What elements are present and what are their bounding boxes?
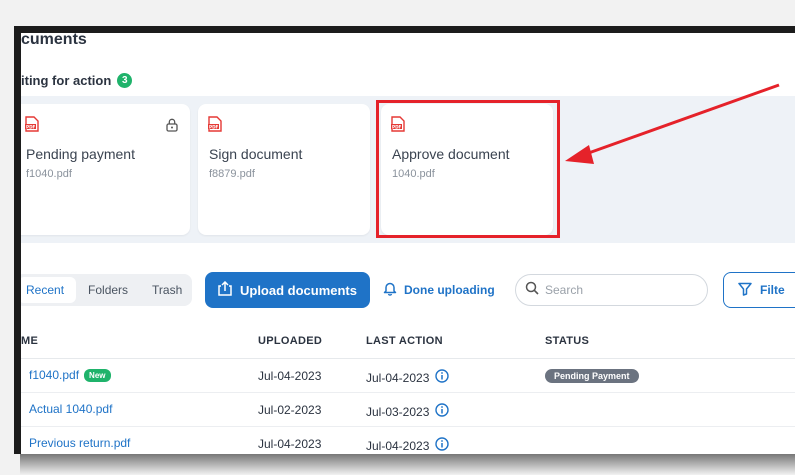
view-tabs: Recent Folders Trash: [21, 274, 192, 306]
uploaded-date: Jul-04-2023: [258, 437, 322, 451]
filter-icon: [738, 282, 752, 299]
documents-page: cuments iting for action 3 PDF Pending p…: [21, 33, 795, 454]
file-name-cell: Actual 1040.pdf: [29, 402, 112, 416]
column-header-status[interactable]: STATUS: [545, 335, 589, 347]
done-label: Done uploading: [404, 283, 495, 297]
documents-table: ME UPLOADED LAST ACTION STATUS f1040.pdf…: [21, 325, 795, 454]
file-name-link[interactable]: Actual 1040.pdf: [29, 402, 112, 416]
column-header-name[interactable]: ME: [21, 335, 38, 347]
tab-folders[interactable]: Folders: [76, 277, 140, 303]
uploaded-date: Jul-04-2023: [258, 369, 322, 383]
info-icon[interactable]: [435, 369, 450, 386]
search-icon: [525, 281, 539, 300]
last-action-date: Jul-04-2023: [366, 438, 430, 453]
last-action-cell: Jul-04-2023: [366, 437, 450, 454]
last-action-date: Jul-03-2023: [366, 404, 430, 419]
file-name-link[interactable]: Previous return.pdf: [29, 436, 130, 450]
tab-recent[interactable]: Recent: [21, 277, 77, 303]
last-action-cell: Jul-04-2023: [366, 369, 450, 386]
last-action-date: Jul-04-2023: [366, 370, 430, 385]
column-header-uploaded[interactable]: UPLOADED: [258, 335, 322, 347]
table-row[interactable]: Previous return.pdf Jul-04-2023 Jul-04-2…: [21, 427, 795, 454]
upload-label: Upload documents: [239, 282, 357, 298]
last-action-cell: Jul-03-2023: [366, 403, 450, 420]
table-header: ME UPLOADED LAST ACTION STATUS: [21, 325, 795, 359]
documents-toolbar: Recent Folders Trash Upload documents Do…: [21, 272, 795, 310]
filter-button[interactable]: Filte: [723, 272, 795, 308]
file-name-cell: f1040.pdf New: [29, 368, 111, 382]
uploaded-date: Jul-02-2023: [258, 403, 322, 417]
new-badge: New: [84, 368, 111, 382]
table-row[interactable]: Actual 1040.pdf Jul-02-2023 Jul-03-2023: [21, 393, 795, 427]
search-input[interactable]: [545, 283, 695, 297]
table-row[interactable]: f1040.pdf New Jul-04-2023 Jul-04-2023 Pe…: [21, 359, 795, 393]
tab-trash[interactable]: Trash: [140, 277, 194, 303]
done-uploading-button[interactable]: Done uploading: [383, 272, 495, 308]
file-name-link[interactable]: f1040.pdf: [29, 368, 79, 382]
file-name-cell: Previous return.pdf: [29, 436, 130, 450]
status-cell: Pending Payment: [545, 368, 639, 383]
info-icon[interactable]: [435, 403, 450, 420]
frame-shadow: [20, 454, 795, 475]
status-badge: Pending Payment: [545, 369, 639, 383]
bell-icon: [383, 281, 397, 299]
filter-label: Filte: [760, 283, 785, 297]
search-box: [515, 274, 708, 306]
info-icon[interactable]: [435, 437, 450, 454]
column-header-last-action[interactable]: LAST ACTION: [366, 335, 443, 347]
upload-documents-button[interactable]: Upload documents: [205, 272, 370, 308]
upload-icon: [218, 280, 232, 299]
